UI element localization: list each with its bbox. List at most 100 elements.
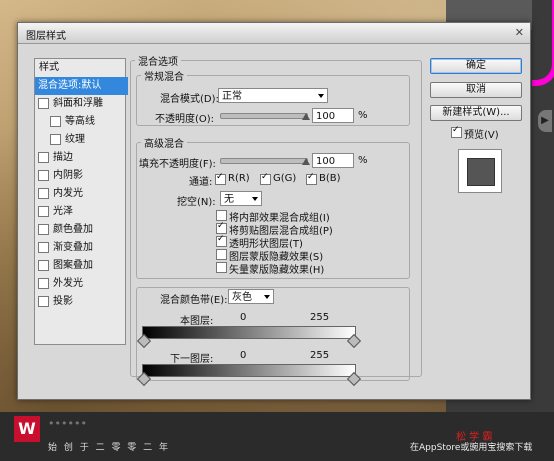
cancel-button[interactable]: 取消 (430, 82, 522, 98)
knockout-label: 挖空(N): (177, 197, 216, 208)
style-checkbox[interactable] (38, 97, 49, 109)
dialog-titlebar: 图层样式 ✕ (18, 23, 530, 44)
style-list-item[interactable]: 内发光 (35, 185, 125, 203)
opacity-unit: % (358, 110, 368, 121)
fill-opacity-label: 填充不透明度(F): (139, 159, 216, 170)
style-list-item[interactable]: 外发光 (35, 275, 125, 293)
ok-button[interactable]: 确定 (430, 58, 522, 74)
style-checkbox[interactable] (38, 277, 49, 289)
style-list-item[interactable]: 等高线 (35, 113, 137, 131)
advanced-option-checkbox[interactable] (216, 234, 227, 247)
knockout-select[interactable]: 无 (220, 191, 262, 206)
style-list-item[interactable]: 混合选项:默认 (35, 77, 128, 95)
style-list-item[interactable]: 颜色叠加 (35, 221, 125, 239)
footer-store-text: 在AppStore或豌用宝搜索下载 (410, 443, 533, 453)
site-logo: W (14, 416, 40, 442)
underlying-min: 0 (240, 350, 247, 361)
opacity-label: 不透明度(O): (155, 114, 215, 125)
dialog-title: 图层样式 (26, 31, 66, 42)
blend-mode-label: 混合模式(D): (160, 94, 219, 105)
panel-collapse-button[interactable]: ▶ (538, 110, 552, 132)
chevron-down-icon (318, 94, 324, 98)
style-list-item[interactable]: 描边 (35, 149, 125, 167)
style-list-item[interactable]: 投影 (35, 293, 125, 311)
style-checkbox[interactable] (38, 295, 49, 307)
channel-g-checkbox[interactable] (260, 172, 271, 185)
style-list-item-label: 纹理 (65, 134, 85, 145)
style-list-item-label: 颜色叠加 (53, 224, 93, 235)
style-checkbox[interactable] (38, 205, 49, 217)
style-list: 样式 混合选项:默认斜面和浮雕等高线纹理描边内阴影内发光光泽颜色叠加渐变叠加图案… (34, 58, 129, 345)
style-list-item[interactable]: 图案叠加 (35, 257, 125, 275)
opacity-slider[interactable] (220, 113, 308, 119)
chevron-down-icon (252, 197, 258, 201)
blend-if-value: 灰色 (232, 292, 252, 303)
style-list-item[interactable]: 纹理 (35, 131, 137, 149)
style-checkbox[interactable] (38, 151, 49, 163)
advanced-option-checkbox[interactable] (216, 249, 227, 260)
style-list-item[interactable]: 渐变叠加 (35, 239, 125, 257)
blend-mode-value: 正常 (222, 91, 242, 102)
this-layer-max: 255 (310, 312, 330, 323)
channel-b-checkbox[interactable] (306, 172, 317, 185)
blend-if-select[interactable]: 灰色 (228, 289, 274, 304)
advanced-option-checkbox[interactable] (216, 221, 227, 234)
footer-faint-text: •••••• (48, 417, 87, 430)
style-list-header[interactable]: 样式 (35, 59, 129, 77)
canvas-accent-shape (532, 0, 554, 86)
style-checkbox[interactable] (38, 187, 49, 199)
general-blending-title: 常规混合 (144, 72, 184, 83)
blend-options-title: 混合选项 (138, 57, 178, 68)
chevron-down-icon (264, 295, 270, 299)
blend-mode-select[interactable]: 正常 (218, 88, 328, 103)
channel-b-label: B(B) (319, 173, 341, 184)
fill-opacity-slider[interactable] (220, 158, 308, 164)
blend-if-label: 混合颜色带(E): (160, 295, 228, 306)
close-icon[interactable]: ✕ (515, 26, 524, 39)
style-checkbox[interactable] (38, 223, 49, 235)
style-list-item-label: 混合选项:默认 (38, 80, 102, 91)
style-checkbox[interactable] (50, 115, 61, 127)
this-layer-min: 0 (240, 312, 247, 323)
this-layer-label: 本图层: (180, 316, 214, 327)
style-checkbox[interactable] (38, 169, 49, 181)
style-preview-swatch (467, 158, 495, 186)
style-preview-box (458, 149, 502, 193)
opacity-slider-thumb[interactable] (302, 113, 310, 120)
style-list-item-label: 投影 (53, 296, 73, 307)
opacity-input[interactable]: 100 (312, 108, 354, 123)
style-checkbox[interactable] (38, 241, 49, 253)
style-list-item-label: 描边 (53, 152, 73, 163)
footer-tagline: 始 创 于 二 零 零 二 年 (48, 443, 171, 453)
advanced-blending-title: 高级混合 (144, 139, 184, 150)
channel-r-label: R(R) (228, 173, 250, 184)
preview-label: 预览(V) (464, 130, 499, 141)
style-list-item-label: 等高线 (65, 116, 95, 127)
advanced-option-checkbox[interactable] (216, 262, 227, 273)
style-list-item-label: 斜面和浮雕 (53, 98, 103, 109)
layer-style-dialog: 图层样式 ✕ 样式 混合选项:默认斜面和浮雕等高线纹理描边内阴影内发光光泽颜色叠… (17, 22, 531, 400)
channel-g-label: G(G) (273, 173, 297, 184)
style-list-item-label: 图案叠加 (53, 260, 93, 271)
fill-opacity-input[interactable]: 100 (312, 153, 354, 168)
advanced-option-label: 矢量蒙版隐藏效果(H) (229, 265, 325, 276)
style-list-item-label: 渐变叠加 (53, 242, 93, 253)
style-checkbox[interactable] (50, 133, 61, 145)
style-list-item[interactable]: 光泽 (35, 203, 125, 221)
this-layer-gradient (142, 326, 356, 339)
style-list-item[interactable]: 斜面和浮雕 (35, 95, 125, 113)
underlying-gradient (142, 364, 356, 377)
underlying-max: 255 (310, 350, 330, 361)
underlying-layer-label: 下一图层: (170, 354, 214, 365)
style-checkbox[interactable] (38, 259, 49, 271)
style-list-item-label: 内阴影 (53, 170, 83, 181)
new-style-button[interactable]: 新建样式(W)... (430, 105, 522, 121)
channel-r-checkbox[interactable] (215, 172, 226, 185)
advanced-option-checkbox[interactable] (216, 210, 227, 221)
channels-label: 通道: (189, 177, 213, 188)
style-list-item-label: 内发光 (53, 188, 83, 199)
fill-opacity-unit: % (358, 155, 368, 166)
fill-opacity-slider-thumb[interactable] (302, 158, 310, 165)
style-list-item[interactable]: 内阴影 (35, 167, 125, 185)
preview-checkbox[interactable] (451, 125, 462, 138)
